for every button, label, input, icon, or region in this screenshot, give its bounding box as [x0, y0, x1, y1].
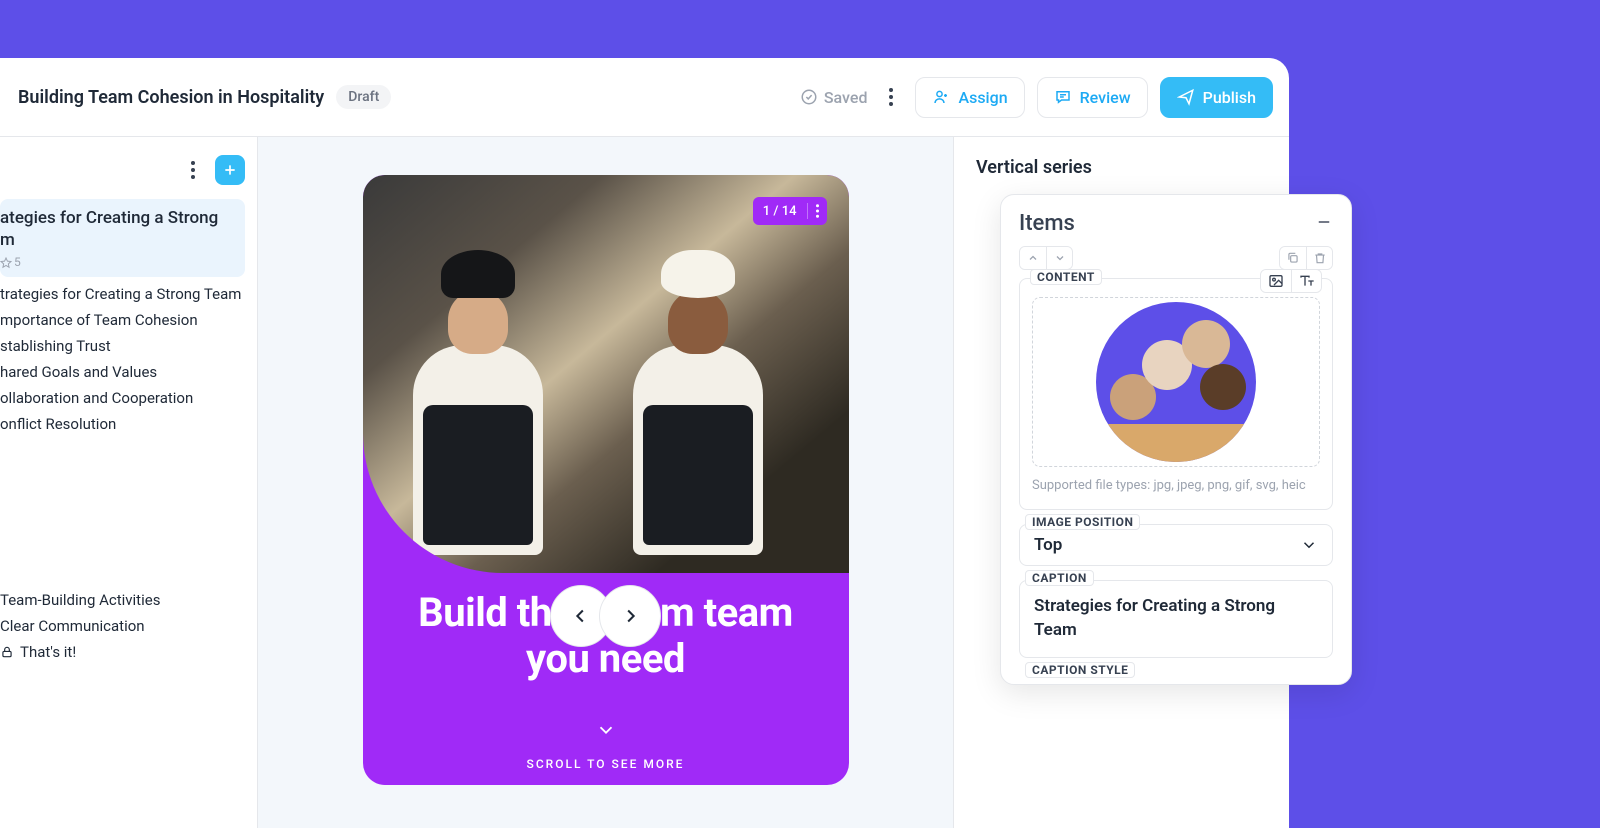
message-icon [1054, 88, 1072, 106]
text-size-icon [1299, 273, 1315, 289]
items-panel: Items CONTENT Supported fi [1000, 194, 1352, 685]
move-down-button[interactable] [1046, 247, 1072, 269]
check-circle-icon [800, 88, 818, 106]
review-label: Review [1080, 88, 1131, 107]
more-vertical-icon [191, 161, 195, 179]
lock-icon [0, 645, 14, 659]
content-dropzone[interactable] [1032, 297, 1320, 467]
content-label: CONTENT [1030, 269, 1102, 285]
outline-item-selected[interactable]: ategies for Creating a Strong m 5 [0, 199, 245, 277]
delete-button[interactable] [1306, 247, 1332, 269]
outline-item[interactable]: stablishing Trust [0, 333, 257, 359]
star-icon [0, 257, 12, 269]
saved-indicator: Saved [800, 88, 868, 107]
publish-label: Publish [1203, 88, 1256, 107]
outline-item[interactable]: Team-Building Activities [0, 587, 257, 613]
image-position-value: Top [1034, 535, 1062, 555]
chevron-down-icon [1300, 536, 1318, 554]
chevron-up-icon [1027, 252, 1039, 264]
preview-canvas: 1 / 14 Build the dream team you need SCR… [258, 137, 953, 828]
collapse-button[interactable] [1315, 213, 1333, 235]
slide-counter: 1 / 14 [753, 197, 827, 225]
caption-label: CAPTION [1025, 570, 1094, 586]
caption-style-label: CAPTION STYLE [1025, 662, 1135, 678]
slide-hero-image [363, 175, 849, 573]
file-types-hint: Supported file types: jpg, jpeg, png, gi… [1020, 477, 1332, 509]
more-vertical-icon [816, 204, 819, 218]
caption-input[interactable]: Strategies for Creating a Strong Team [1019, 580, 1333, 658]
outline-item-locked[interactable]: That's it! [0, 639, 257, 665]
outline-item-count: 5 [14, 255, 21, 271]
chevron-down-icon [1054, 252, 1066, 264]
text-mode-button[interactable] [1291, 270, 1321, 292]
chevron-down-icon [595, 719, 617, 741]
trash-icon [1313, 251, 1327, 265]
more-vertical-icon [889, 88, 893, 106]
user-plus-icon [932, 88, 950, 106]
copy-icon [1286, 251, 1300, 265]
outline-item[interactable]: mportance of Team Cohesion [0, 307, 257, 333]
sidebar-more-button[interactable] [181, 155, 205, 185]
next-slide-button[interactable] [599, 585, 661, 647]
status-badge: Draft [336, 85, 391, 109]
outline-item[interactable]: ollaboration and Cooperation [0, 385, 257, 411]
image-mode-button[interactable] [1261, 270, 1291, 292]
assign-button[interactable]: Assign [915, 77, 1024, 118]
scroll-hint: SCROLL TO SEE MORE [363, 719, 849, 771]
review-button[interactable]: Review [1037, 77, 1148, 118]
outline-sidebar: ategies for Creating a Strong m 5 trateg… [0, 137, 258, 828]
slide-counter-text: 1 / 14 [753, 204, 807, 219]
image-position-label: IMAGE POSITION [1025, 514, 1140, 530]
slide-card[interactable]: 1 / 14 Build the dream team you need SCR… [363, 175, 849, 785]
outline-item[interactable]: hared Goals and Values [0, 359, 257, 385]
caption-field: CAPTION Strategies for Creating a Strong… [1019, 580, 1333, 658]
page-title: Building Team Cohesion in Hospitality [18, 87, 324, 108]
chevron-right-icon [619, 605, 641, 627]
image-icon [1268, 273, 1284, 289]
image-position-field: IMAGE POSITION Top [1019, 524, 1333, 566]
content-preview-image [1096, 302, 1256, 462]
outline-item-title: ategies for Creating a Strong m [0, 207, 235, 251]
image-position-select[interactable]: Top [1019, 524, 1333, 566]
copy-button[interactable] [1280, 247, 1306, 269]
outline-item[interactable]: trategies for Creating a Strong Team [0, 281, 257, 307]
publish-button[interactable]: Publish [1160, 77, 1273, 118]
send-icon [1177, 88, 1195, 106]
chevron-left-icon [570, 605, 592, 627]
content-panel: CONTENT Supported file types: jpg, jpeg,… [1019, 278, 1333, 510]
top-bar: Building Team Cohesion in Hospitality Dr… [0, 58, 1289, 137]
add-slide-button[interactable] [215, 155, 245, 185]
more-menu-button[interactable] [879, 82, 903, 112]
outline-item[interactable]: Clear Communication [0, 613, 257, 639]
move-up-button[interactable] [1020, 247, 1046, 269]
outline-item[interactable]: onflict Resolution [0, 411, 257, 437]
saved-label: Saved [824, 88, 868, 107]
scroll-hint-label: SCROLL TO SEE MORE [363, 757, 849, 771]
items-panel-title: Items [1019, 211, 1075, 236]
plus-icon [222, 162, 238, 178]
outline-item-title: That's it! [20, 643, 76, 661]
slide-counter-more-button[interactable] [808, 204, 827, 218]
assign-label: Assign [958, 88, 1007, 107]
minus-icon [1315, 213, 1333, 231]
properties-title: Vertical series [976, 157, 1267, 178]
